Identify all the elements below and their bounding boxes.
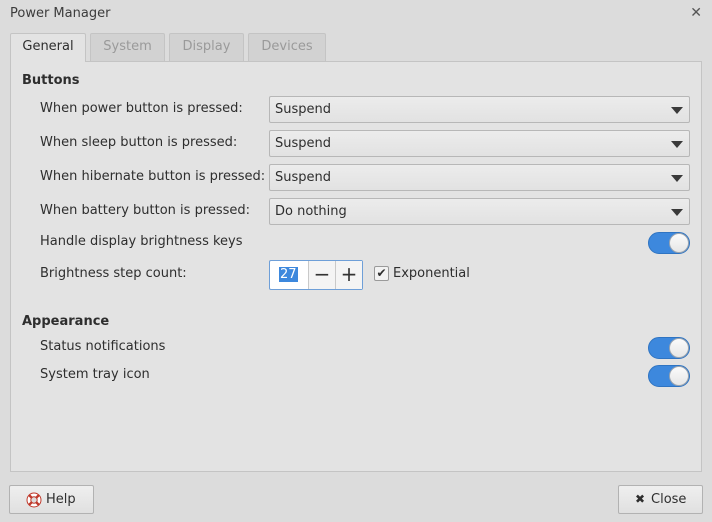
tab-system[interactable]: System (90, 33, 165, 61)
toggle-knob (669, 233, 689, 253)
brightness-step-spinner[interactable]: 27 − + (269, 260, 363, 290)
status-notifications-label: Status notifications (40, 339, 166, 354)
window-title: Power Manager (10, 6, 111, 21)
sleep-button-label: When sleep button is pressed: (40, 135, 238, 150)
exponential-checkbox[interactable]: ✔ (374, 266, 389, 281)
brightness-step-value[interactable]: 27 (279, 267, 298, 282)
brightness-step-label: Brightness step count: (40, 266, 187, 281)
brightness-keys-label: Handle display brightness keys (40, 234, 243, 249)
lifebuoy-icon (26, 492, 42, 508)
power-button-combo[interactable]: Suspend (269, 96, 690, 123)
battery-button-label: When battery button is pressed: (40, 203, 251, 218)
power-button-label: When power button is pressed: (40, 101, 243, 116)
buttons-section-title: Buttons (22, 73, 80, 88)
hibernate-button-value: Suspend (275, 170, 332, 185)
sleep-button-combo[interactable]: Suspend (269, 130, 690, 157)
minus-icon[interactable]: − (308, 261, 335, 289)
chevron-down-icon (671, 209, 683, 216)
help-button[interactable]: Help (9, 485, 94, 514)
system-tray-icon-toggle[interactable] (648, 365, 690, 387)
appearance-section-title: Appearance (22, 314, 110, 329)
chevron-down-icon (671, 107, 683, 114)
tab-display[interactable]: Display (169, 33, 244, 61)
chevron-down-icon (671, 141, 683, 148)
help-label: Help (46, 492, 76, 507)
plus-icon[interactable]: + (335, 261, 362, 289)
title-bar: Power Manager ✕ (0, 0, 712, 26)
chevron-down-icon (671, 175, 683, 182)
close-label: Close (651, 492, 687, 507)
tab-general[interactable]: General (10, 33, 86, 62)
window-close-icon[interactable]: ✕ (690, 5, 702, 21)
battery-button-combo[interactable]: Do nothing (269, 198, 690, 225)
tab-devices[interactable]: Devices (248, 33, 326, 61)
close-button[interactable]: ✖ Close (618, 485, 703, 514)
brightness-keys-toggle[interactable] (648, 232, 690, 254)
system-tray-icon-label: System tray icon (40, 367, 150, 382)
hibernate-button-label: When hibernate button is pressed: (40, 169, 266, 184)
sleep-button-value: Suspend (275, 136, 332, 151)
battery-button-value: Do nothing (275, 204, 347, 219)
toggle-knob (669, 366, 689, 386)
hibernate-button-combo[interactable]: Suspend (269, 164, 690, 191)
power-button-value: Suspend (275, 102, 332, 117)
status-notifications-toggle[interactable] (648, 337, 690, 359)
exponential-label: Exponential (393, 266, 470, 281)
close-icon: ✖ (635, 492, 646, 506)
toggle-knob (669, 338, 689, 358)
